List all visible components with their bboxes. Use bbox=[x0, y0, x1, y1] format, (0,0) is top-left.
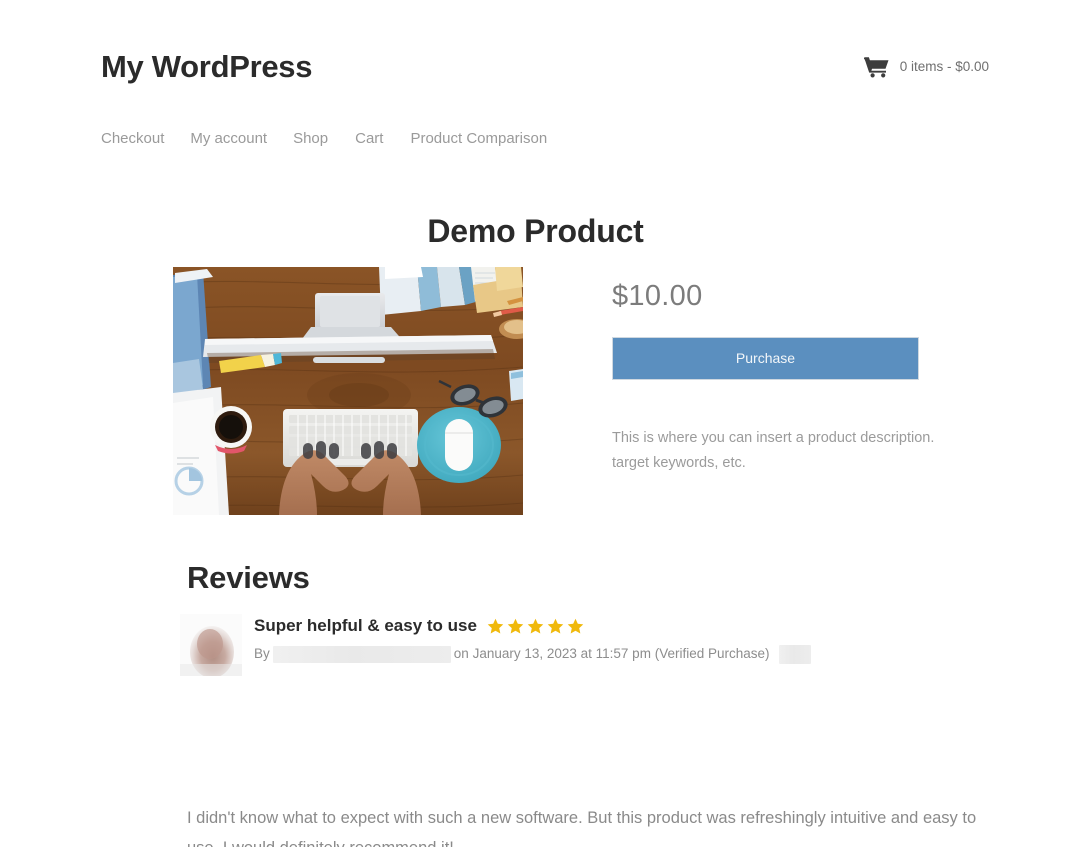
star-icon bbox=[486, 617, 505, 636]
purchase-button[interactable]: Purchase bbox=[612, 337, 919, 380]
nav-item-product-comparison[interactable]: Product Comparison bbox=[410, 128, 547, 150]
product-price: $10.00 bbox=[612, 280, 703, 312]
review-meta-by: By bbox=[254, 646, 270, 661]
star-icon bbox=[566, 617, 585, 636]
cart-summary[interactable]: 0 items - $0.00 bbox=[863, 56, 989, 78]
review-text: I didn't know what to expect with such a… bbox=[187, 808, 977, 847]
star-icon bbox=[506, 617, 525, 636]
site-title[interactable]: My WordPress bbox=[101, 48, 312, 86]
site-header: My WordPress 0 items - $0.00 bbox=[0, 0, 1071, 112]
product-description: This is where you can insert a product d… bbox=[612, 430, 935, 471]
review-title: Super helpful & easy to use bbox=[254, 616, 477, 635]
avatar bbox=[180, 614, 242, 676]
product-image bbox=[173, 267, 523, 515]
nav-item-cart[interactable]: Cart bbox=[355, 128, 383, 150]
cart-summary-text: 0 items - $0.00 bbox=[899, 59, 989, 74]
star-rating bbox=[486, 617, 585, 636]
redacted-author-name bbox=[272, 645, 451, 663]
product-details: $10.00 Purchase This is where you can in… bbox=[612, 267, 972, 490]
main-navigation: Checkout My account Shop Cart Product Co… bbox=[101, 128, 547, 150]
verified-purchase-badge: (Verified Purchase) bbox=[654, 646, 770, 661]
nav-item-my-account[interactable]: My account bbox=[190, 128, 267, 150]
shopping-cart-icon bbox=[863, 56, 890, 78]
redacted-meta-block bbox=[778, 644, 811, 664]
star-icon bbox=[526, 617, 545, 636]
review-date: January 13, 2023 at 11:57 pm bbox=[472, 646, 651, 661]
review-body: Super helpful & easy to use By on Januar… bbox=[254, 614, 1054, 664]
star-icon bbox=[546, 617, 565, 636]
review-meta-on: on bbox=[453, 646, 469, 661]
product-page: My WordPress 0 items - $0.00 Checkout My… bbox=[0, 0, 1071, 847]
nav-item-shop[interactable]: Shop bbox=[293, 128, 328, 150]
page-title: Demo Product bbox=[427, 213, 644, 250]
review-title-row: Super helpful & easy to use bbox=[254, 614, 1054, 638]
reviews-heading: Reviews bbox=[187, 559, 310, 595]
review-meta: By on January 13, 2023 at 11:57 pm (Veri… bbox=[254, 644, 1054, 664]
nav-item-checkout[interactable]: Checkout bbox=[101, 128, 164, 150]
